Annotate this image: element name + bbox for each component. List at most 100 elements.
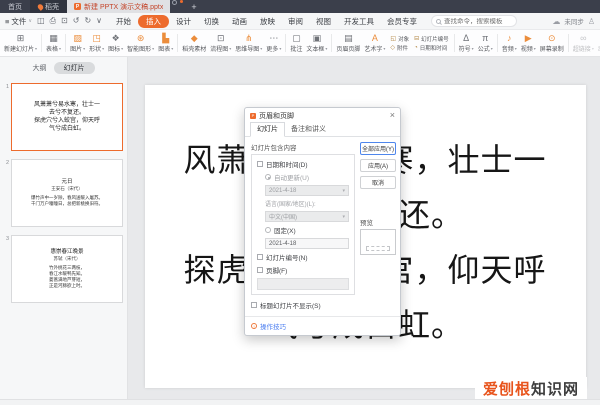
radio-unselected-icon[interactable] <box>265 227 271 233</box>
dialog-titlebar[interactable]: P 页眉和页脚 × <box>245 108 400 123</box>
picture-button[interactable]: ▨ 图片 ▾ <box>68 33 87 53</box>
new-slide-icon: ⊞ <box>16 33 25 43</box>
menu-tab-member[interactable]: 会员专享 <box>381 15 423 28</box>
operation-tips-link[interactable]: 操作技巧 <box>260 321 286 331</box>
dialog-tab-notes[interactable]: 备注和讲义 <box>285 123 332 136</box>
outline-tab[interactable]: 大纲 <box>33 63 47 73</box>
cancel-button[interactable]: 取消 <box>360 176 396 189</box>
apply-all-button[interactable]: 全部应用(Y) <box>360 142 396 155</box>
footer-text-input[interactable] <box>257 278 349 290</box>
auto-update-radio-row[interactable]: 自动更新(U) <box>265 172 349 182</box>
undo-icon[interactable]: ↺ <box>73 17 80 25</box>
screen-record-button[interactable]: ⊙ 屏幕录制 <box>538 33 566 53</box>
object-button[interactable]: ◱ 对象 <box>390 35 409 43</box>
redo-icon[interactable]: ↻ <box>84 17 91 25</box>
save-icon[interactable]: ◫ <box>37 17 45 25</box>
menu-tab-design[interactable]: 设计 <box>170 15 197 28</box>
chevron-down-icon: ▾ <box>35 46 38 51</box>
fixed-radio-row[interactable]: 固定(X) <box>265 225 349 235</box>
icon-library-button[interactable]: ❖ 图标 ▾ <box>106 33 125 53</box>
video-button[interactable]: ▶ 视频 ▾ <box>519 33 538 53</box>
menu-tab-view[interactable]: 视图 <box>310 15 337 28</box>
tip-bulb-icon[interactable] <box>172 0 178 5</box>
date-time-checkbox-row[interactable]: 日期和时间(D) <box>257 159 349 169</box>
home-page-tab[interactable]: 首页 <box>0 0 30 13</box>
language-dropdown[interactable]: 中文(中国) ▾ <box>265 211 349 222</box>
slide-thumbnail-2[interactable]: 元日 王安石（宋代） 爆竹声中一岁除，春风送暖入屠苏。 千门万户曈曈日，总把新桃换旧符… <box>11 159 123 227</box>
textbox-icon: ▣ <box>312 33 322 43</box>
docer-tab[interactable]: 稻壳 <box>30 0 67 13</box>
apply-button[interactable]: 应用(A) <box>360 159 396 172</box>
command-search-box[interactable] <box>431 15 517 27</box>
menu-tab-slideshow[interactable]: 放映 <box>254 15 281 28</box>
docer-material-button[interactable]: ◆ 稻壳素材 <box>180 33 208 53</box>
hyperlink-label: 超链接 ▾ <box>572 46 594 53</box>
flowchart-icon: ⊡ <box>216 33 225 43</box>
menu-tab-developer[interactable]: 开发工具 <box>338 15 380 28</box>
close-icon[interactable]: × <box>390 111 395 120</box>
audio-button[interactable]: ♪ 音频 ▾ <box>500 33 519 53</box>
docer-material-label: 稻壳素材 <box>182 47 207 53</box>
hyperlink-button: ∞ 超链接 ▾ <box>571 33 596 53</box>
flowchart-button[interactable]: ⊡ 流程图 ▾ <box>208 33 233 53</box>
file-menu[interactable]: ≡ 文件 ∨ <box>5 16 32 27</box>
dialog-tab-slide[interactable]: 幻灯片 <box>250 122 285 137</box>
menubar-right: ☁ 未同步 ♙ <box>552 16 595 27</box>
panel-tabs: 大纲 幻灯片 <box>0 57 127 75</box>
table-button[interactable]: ▦ 表格 ▾ <box>44 33 63 53</box>
textbox-button[interactable]: ▣ 文本框 ▾ <box>304 33 329 53</box>
menu-tab-transition[interactable]: 切换 <box>198 15 225 28</box>
print-icon[interactable]: ⎙ <box>50 17 56 25</box>
attachment-button[interactable]: ◇ 附件 <box>390 44 409 52</box>
chevron-down-icon: ▾ <box>121 46 124 51</box>
header-footer-button[interactable]: ▤ 页眉页脚 <box>334 33 362 53</box>
slides-tab[interactable]: 幻灯片 <box>53 62 95 74</box>
footer-checkbox-row[interactable]: 页脚(F) <box>257 265 349 275</box>
slide-thumbnail-3[interactable]: 惠崇春江晚景 苏轼（宋代） 竹外桃花三两枝， 春江水暖鸭先知。 蒌蒿满地芦芽短， 正是河豚… <box>11 235 123 303</box>
more-button[interactable]: ⋯ 更多 ▾ <box>264 33 283 53</box>
slide-number-button[interactable]: ⊟ 幻灯片编号 <box>414 35 449 43</box>
menu-tab-animation[interactable]: 动画 <box>226 15 253 28</box>
formula-button[interactable]: π 公式 ▾ <box>476 33 495 53</box>
new-document-tab-button[interactable]: + <box>183 0 204 13</box>
wordart-button[interactable]: A 艺术字 ▾ <box>362 33 387 53</box>
symbol-button[interactable]: Δ 符号 ▾ <box>457 33 476 53</box>
document-tab[interactable]: P 新建 PPTX 演示文稿.pptx <box>67 0 171 13</box>
chevron-down-icon: ▾ <box>591 46 594 51</box>
print-preview-icon[interactable]: ⊡ <box>61 17 68 25</box>
new-slide-button[interactable]: ⊞ 新建幻灯片 ▾ <box>2 33 39 53</box>
date-time-button[interactable]: ◔ 日期和时间 <box>414 44 449 52</box>
checkbox-icon[interactable] <box>257 267 263 273</box>
checkbox-icon[interactable] <box>251 302 257 308</box>
slide-thumbnail-1[interactable]: 风萧萧兮易水寒，壮士一 去兮不复还。 探虎穴兮入蛟宫，仰天呼 气兮成白虹。 <box>11 83 123 151</box>
slide-number-checkbox-row[interactable]: 幻灯片编号(N) <box>257 252 349 262</box>
chevron-down-icon: ▾ <box>471 46 474 51</box>
shape-button[interactable]: ◳ 形状 ▾ <box>87 33 106 53</box>
smartart-button[interactable]: ⊛ 智能图形 ▾ <box>125 33 156 53</box>
radio-selected-icon[interactable] <box>265 174 271 180</box>
fixed-radio-label: 固定(X) <box>274 228 296 235</box>
file-menu-label: 文件 <box>11 16 27 26</box>
thumbnail-text-line: 风萧萧兮易水寒，壮士一 <box>33 102 100 108</box>
chart-button[interactable]: ▙ 图表 ▾ <box>156 33 175 53</box>
picture-icon: ▨ <box>73 33 82 43</box>
customize-qat-icon[interactable]: ∨ <box>96 17 102 25</box>
fixed-date-input[interactable]: 2021-4-18 <box>265 238 349 249</box>
checkbox-icon[interactable] <box>257 254 263 260</box>
checkbox-icon[interactable] <box>257 161 263 167</box>
menu-tab-insert[interactable]: 插入 <box>138 14 169 28</box>
dialog-title: 页眉和页脚 <box>259 112 294 120</box>
slide-thumbnail-row: 2 元日 王安石（宋代） 爆竹声中一岁除，春风送暖入屠苏。 千门万户曈曈日，总把新桃换旧… <box>2 159 123 227</box>
menu-tab-review[interactable]: 审阅 <box>282 15 309 28</box>
menu-tab-home[interactable]: 开始 <box>110 15 137 28</box>
mindmap-button[interactable]: ⋔ 思维导图 ▾ <box>233 33 264 53</box>
comment-button[interactable]: ▢ 批注 <box>288 33 304 53</box>
wordart-label: 艺术字 ▾ <box>364 46 386 53</box>
ribbon-separator <box>453 34 455 52</box>
search-input[interactable] <box>444 17 514 25</box>
auto-date-dropdown[interactable]: 2021-4-18 ▾ <box>265 185 349 196</box>
avatar-icon[interactable]: ♙ <box>588 17 595 26</box>
title-slide-checkbox-row[interactable]: 标题幻灯片不显示(S) <box>251 300 355 310</box>
cloud-sync-icon[interactable]: ☁ <box>552 17 560 26</box>
language-label: 语言(国家/地区)(L): <box>265 202 316 208</box>
